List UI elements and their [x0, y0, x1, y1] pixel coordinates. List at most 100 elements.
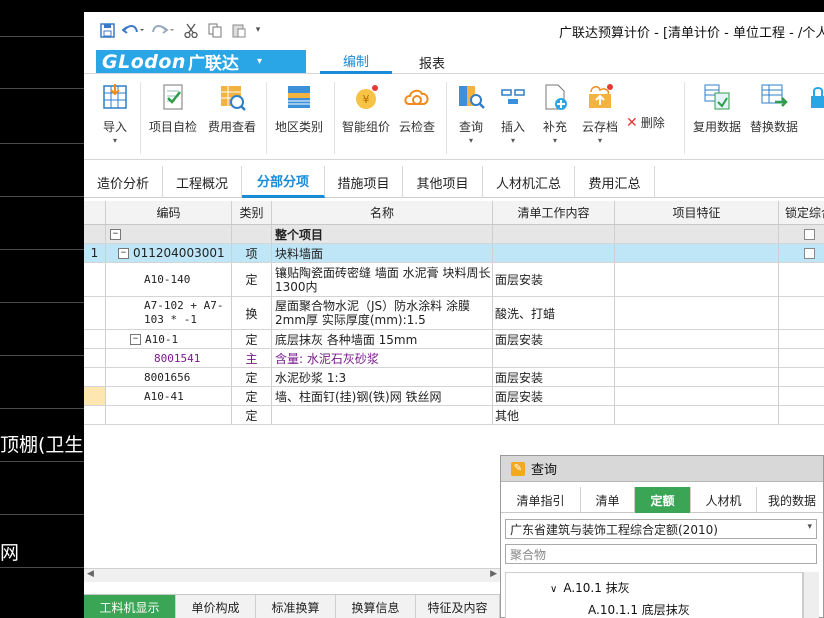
- col-feature[interactable]: 项目特征: [615, 201, 779, 224]
- tab-project-overview[interactable]: 工程概况: [163, 166, 242, 198]
- tree-node[interactable]: A.10.1.1 底层抹灰: [588, 601, 690, 618]
- collapse-icon[interactable]: −: [110, 228, 121, 240]
- table-row[interactable]: 8001541 主 含量: 水泥石灰砂浆: [84, 349, 824, 368]
- import-button[interactable]: 导入 ▾: [98, 82, 132, 145]
- background-text-2: 网: [0, 542, 20, 564]
- chevron-down-icon: ∨: [550, 584, 558, 595]
- lock-checkbox[interactable]: [803, 247, 815, 259]
- tab-measure-items[interactable]: 措施项目: [325, 166, 403, 198]
- table-row[interactable]: 8001656 定 水泥砂浆 1:3 面层安装: [84, 368, 824, 387]
- tab-quota[interactable]: 定额: [635, 487, 691, 513]
- logo-cn: 广联达: [187, 54, 239, 74]
- dropdown-arrow-icon: ▾: [112, 136, 117, 145]
- col-work[interactable]: 清单工作内容: [493, 201, 615, 224]
- tab-my-data[interactable]: 我的数据: [757, 487, 824, 513]
- area-category-button[interactable]: 地区类别: [272, 82, 326, 135]
- dropdown-arrow-icon: ▾: [510, 136, 515, 145]
- supplement-icon: [540, 82, 570, 112]
- query-button[interactable]: 查询 ▾: [454, 82, 488, 145]
- save-icon[interactable]: [98, 21, 116, 39]
- scroll-right-icon[interactable]: ▶: [490, 569, 497, 579]
- tab-conversion-info[interactable]: 换算信息: [336, 595, 416, 618]
- import-icon: [100, 82, 130, 112]
- smart-price-icon: ¥: [351, 82, 381, 112]
- delete-icon: ✕: [626, 114, 638, 131]
- app-window: ▾ 广联达预算计价 - [清单计价 - 单位工程 - /个人空 GLodon 广…: [84, 12, 824, 618]
- chevron-down-icon: ▾: [256, 56, 262, 67]
- table-row[interactable]: A10-41 定 墙、柱面钉(挂)钢(铁)网 铁丝网 面层安装: [84, 387, 824, 406]
- more-icon[interactable]: ▾: [252, 21, 264, 39]
- tab-labor-material-display[interactable]: 工料机显示: [84, 595, 176, 618]
- cloud-check-icon: [402, 82, 432, 112]
- grid-header: 编码 类别 名称 清单工作内容 项目特征 锁定综合: [84, 201, 824, 225]
- collapse-icon[interactable]: −: [118, 247, 129, 259]
- lock-checkbox[interactable]: [803, 228, 815, 240]
- redo-icon[interactable]: [150, 21, 176, 39]
- undo-icon[interactable]: [120, 21, 146, 39]
- dropdown-arrow-icon: ▾: [552, 136, 557, 145]
- smart-price-button[interactable]: ¥ 智能组价: [340, 82, 392, 135]
- tab-unit-price-composition[interactable]: 单价构成: [176, 595, 256, 618]
- query-panel-header[interactable]: ✎ 查询: [501, 456, 823, 482]
- cut-icon[interactable]: [182, 21, 200, 39]
- self-check-button[interactable]: 项目自检: [148, 82, 198, 135]
- cloud-save-button[interactable]: 云存档 ▾: [578, 82, 622, 145]
- quota-database-select[interactable]: 广东省建筑与装饰工程综合定额(2010) ▾: [505, 519, 817, 539]
- background-desktop: 顶棚(卫生间 网: [0, 0, 102, 618]
- table-row[interactable]: − A10-1 定 底层抹灰 各种墙面 15mm 面层安装: [84, 330, 824, 349]
- chevron-down-icon: ▾: [807, 522, 812, 532]
- dropdown-arrow-icon: ▾: [597, 136, 602, 145]
- vertical-scrollbar[interactable]: [803, 572, 819, 618]
- table-row[interactable]: A7-102 + A7-103 * -1 换 屋面聚合物水泥（JS）防水涂料 涂…: [84, 297, 824, 330]
- tab-section-items[interactable]: 分部分项: [242, 166, 325, 198]
- replace-data-icon: [759, 82, 789, 112]
- copy-icon[interactable]: [206, 21, 224, 39]
- supplement-button[interactable]: 补充 ▾: [538, 82, 572, 145]
- subtab-bar: 造价分析 工程概况 分部分项 措施项目 其他项目 人材机汇总 费用汇总: [84, 166, 824, 198]
- col-code[interactable]: 编码: [106, 201, 232, 224]
- col-lock[interactable]: 锁定综合: [779, 201, 824, 224]
- tab-bill-guide[interactable]: 清单指引: [501, 487, 581, 513]
- bottom-tab-bar: 工料机显示 单价构成 标准换算 换算信息 特征及内容: [84, 594, 500, 618]
- tab-cost-analysis[interactable]: 造价分析: [84, 166, 163, 198]
- tab-labor-material-summary[interactable]: 人材机汇总: [483, 166, 575, 198]
- tab-features-content[interactable]: 特征及内容: [416, 595, 500, 618]
- query-icon: [456, 82, 486, 112]
- fee-view-button[interactable]: 费用查看: [206, 82, 258, 135]
- dropdown-arrow-icon: ▾: [468, 136, 473, 145]
- window-title: 广联达预算计价 - [清单计价 - 单位工程 - /个人空: [559, 26, 824, 41]
- col-name[interactable]: 名称: [272, 201, 493, 224]
- cloud-check-button[interactable]: 云检查: [396, 82, 438, 135]
- table-row[interactable]: 1 −011204003001 项 块料墙面: [84, 244, 824, 263]
- tab-fee-summary[interactable]: 费用汇总: [575, 166, 655, 198]
- collapse-icon[interactable]: −: [130, 333, 141, 345]
- tab-standard-conversion[interactable]: 标准换算: [256, 595, 336, 618]
- table-row[interactable]: 定 其他: [84, 406, 824, 425]
- fee-view-icon: [217, 82, 247, 112]
- horizontal-scrollbar[interactable]: ◀ ▶: [84, 568, 500, 582]
- area-category-icon: [284, 82, 314, 112]
- delete-button[interactable]: ✕ 删除: [626, 114, 674, 131]
- lock-icon[interactable]: [808, 82, 824, 118]
- reuse-data-icon: [702, 82, 732, 112]
- app-logo[interactable]: GLodon 广联达 ▾: [96, 50, 306, 74]
- col-type[interactable]: 类别: [232, 201, 272, 224]
- reuse-data-button[interactable]: 复用数据: [692, 82, 742, 135]
- query-search-input[interactable]: 聚合物: [505, 544, 817, 564]
- tab-labor-material[interactable]: 人材机: [691, 487, 757, 513]
- tab-other-items[interactable]: 其他项目: [403, 166, 483, 198]
- table-row[interactable]: − 整个项目: [84, 225, 824, 244]
- ribbon-tab-edit[interactable]: 编制: [320, 50, 392, 74]
- logo-text: GLodon: [102, 50, 186, 73]
- table-row[interactable]: A10-140 定 镶贴陶瓷面砖密缝 墙面 水泥膏 块料周长1300内 面层安装: [84, 263, 824, 297]
- ribbon-tab-report[interactable]: 报表: [400, 50, 464, 74]
- query-icon: ✎: [511, 461, 525, 476]
- scroll-left-icon[interactable]: ◀: [87, 569, 94, 579]
- title-bar: ▾ 广联达预算计价 - [清单计价 - 单位工程 - /个人空: [84, 12, 824, 48]
- tree-node[interactable]: ∨ A.10.1 抹灰: [550, 579, 630, 596]
- replace-data-button[interactable]: 替换数据: [748, 82, 800, 135]
- tab-bill[interactable]: 清单: [581, 487, 635, 513]
- ribbon-toolbar: 导入 ▾ 项目自检 费用查看 地区类别 ¥ 智能组价 云检查 查询 ▾ 插入 ▾…: [84, 74, 824, 160]
- paste-icon[interactable]: [230, 21, 248, 39]
- insert-button[interactable]: 插入 ▾: [496, 82, 530, 145]
